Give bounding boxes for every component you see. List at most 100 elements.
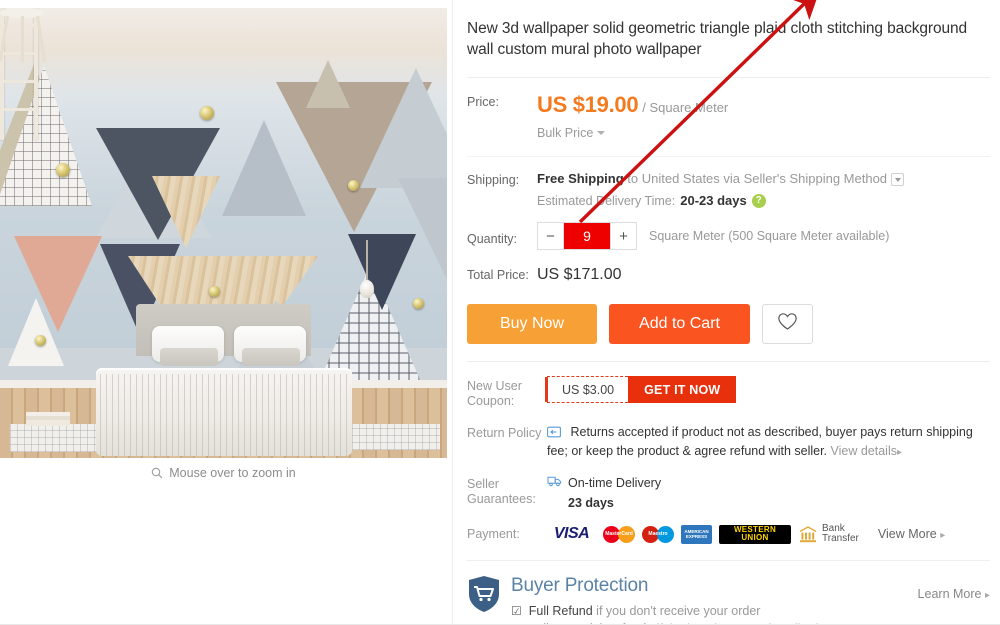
coupon-label: New User Coupon: [467,379,522,408]
add-to-cart-button[interactable]: Add to Cart [609,304,750,344]
chevron-right-icon: ▸ [984,590,990,601]
quantity-stepper[interactable]: − + [537,222,637,250]
floor-rug [10,424,96,452]
estimated-delivery-label: Estimated Delivery Time: [537,193,676,208]
bed-mattress [96,368,352,456]
chevron-down-icon [597,131,606,135]
chevron-right-icon: ▸ [897,447,903,458]
seller-guarantees-label: Seller Guarantees: [467,477,536,506]
question-mark-icon[interactable]: ? [751,193,766,208]
total-price-value: US $171.00 [537,266,622,283]
wall-knob-icon [413,298,424,309]
chevron-right-icon: ▸ [940,530,946,541]
wall-knob-icon [209,286,220,297]
action-buttons: Buy Now Add to Cart [467,284,990,344]
mastercard-icon: MasterCard [603,524,635,544]
bank-building-icon [798,525,818,544]
shipping-label: Shipping: [467,173,520,187]
return-policy-view-details-link[interactable]: View details [831,444,897,458]
payment-view-more-link[interactable]: View More ▸ [878,527,945,541]
price-amount: US $19.00 [537,92,639,117]
pendant-cord [366,240,368,284]
wishlist-button[interactable] [762,304,813,344]
bp-item-strong: Full Refund [528,604,593,618]
visa-icon: VISA [547,524,596,544]
stacked-books [26,412,70,426]
buyer-protection-list: ☑ Full Refund if you don't receive your … [511,602,819,625]
magnifier-icon [151,467,163,479]
on-time-delivery-days: 23 days [568,496,614,510]
wall-knob-icon [200,106,214,120]
western-union-icon: WESTERN UNION [719,524,791,544]
total-price-section: Total Price: US $171.00 [467,250,990,284]
quantity-increase-button[interactable]: + [611,222,637,250]
product-gallery: Mouse over to zoom in [0,0,447,492]
bp-item-rest: if you don't receive your order [592,604,761,618]
quantity-input-wrapper[interactable] [563,222,611,250]
shipping-method: Free Shipping to United States via Selle… [537,170,905,187]
heart-icon [777,312,798,336]
bulk-price-toggle[interactable]: Bulk Price [537,126,606,140]
delivery-truck-icon [547,474,562,492]
zoom-hint[interactable]: Mouse over to zoom in [0,466,447,480]
shipping-method-text: to United States via Seller's Shipping M… [623,171,888,186]
price-label: Price: [467,95,499,109]
chevron-down-icon [894,177,901,182]
quantity-input[interactable] [564,223,610,249]
bank-transfer-label: Bank Transfer [822,523,859,544]
amex-icon: AMERICAN EXPRESS [681,524,712,544]
coupon-tag[interactable]: US $3.00 GET IT NOW [544,376,737,403]
estimated-delivery: Estimated Delivery Time: 20-23 days ? [537,193,904,208]
new-user-coupon-section: New User Coupon: US $3.00 GET IT NOW [467,362,990,409]
cushion [242,348,300,366]
shipping-dropdown-button[interactable] [891,173,905,187]
triangle-patch [306,60,350,108]
on-time-delivery-title: On-time Delivery [568,476,662,490]
payment-section: Payment: VISA MasterCard Maestro AMERICA… [467,512,990,544]
wall-knob-icon [35,335,46,346]
buyer-protection-section: Buyer Protection ☑ Full Refund if you do… [467,561,990,625]
bulk-price-label: Bulk Price [537,126,594,140]
payment-methods: VISA MasterCard Maestro AMERICAN EXPRESS … [547,524,945,544]
price-value-row: US $19.00/ Square Meter [537,92,728,118]
shield-cart-icon [467,575,501,618]
return-box-icon [547,426,564,441]
quantity-availability: Square Meter (500 Square Meter available… [649,229,890,243]
cushion [160,348,218,366]
product-title: New 3d wallpaper solid geometric triangl… [467,20,968,58]
seller-guarantees-section: Seller Guarantees: On-time Delivery 23 d… [467,461,990,512]
maestro-icon: Maestro [642,524,674,544]
product-main-image[interactable] [0,8,447,458]
return-policy-label: Return Policy [467,426,542,440]
product-detail-page: Mouse over to zoom in New 3d wallpaper s… [0,0,1000,625]
zoom-hint-label: Mouse over to zoom in [169,466,296,480]
wall-knob-icon [56,163,70,177]
buy-now-button[interactable]: Buy Now [467,304,597,344]
buyer-protection-title: Buyer Protection [511,575,649,596]
quantity-section: Quantity: − + Square Meter (500 Square M… [467,208,990,250]
shipping-section: Shipping: Free Shipping to United States… [467,157,990,208]
free-shipping-text: Free Shipping [537,171,624,186]
pendant-bulb-icon [360,280,374,298]
on-time-delivery-row: On-time Delivery [547,474,661,492]
estimated-delivery-value: 20-23 days [680,193,747,208]
triangle-patch [8,298,64,366]
total-price-label: Total Price: [467,268,529,282]
price-section: Price: US $19.00/ Square Meter Bulk Pric… [467,78,990,152]
price-unit: / Square Meter [642,100,729,115]
checkbox-checked-icon: ☑ [511,604,522,618]
floor-rug [352,424,440,450]
return-policy-text: Returns accepted if product not as descr… [547,425,973,458]
coupon-get-button[interactable]: GET IT NOW [628,376,737,403]
triangle-patch [360,68,447,188]
wall-knob-icon [348,180,359,191]
quantity-label: Quantity: [467,232,518,246]
triangle-patch [348,234,416,310]
buyer-protection-learn-more-link[interactable]: Learn More ▸ [918,587,990,601]
list-item: ☑ Full Refund if you don't receive your … [511,602,819,620]
coupon-amount: US $3.00 [544,376,629,403]
payment-label: Payment: [467,526,520,541]
return-policy-section: Return Policy Returns accepted if produc… [467,409,990,461]
quantity-decrease-button[interactable]: − [537,222,563,250]
bank-transfer-icon: Bank Transfer [798,524,859,544]
